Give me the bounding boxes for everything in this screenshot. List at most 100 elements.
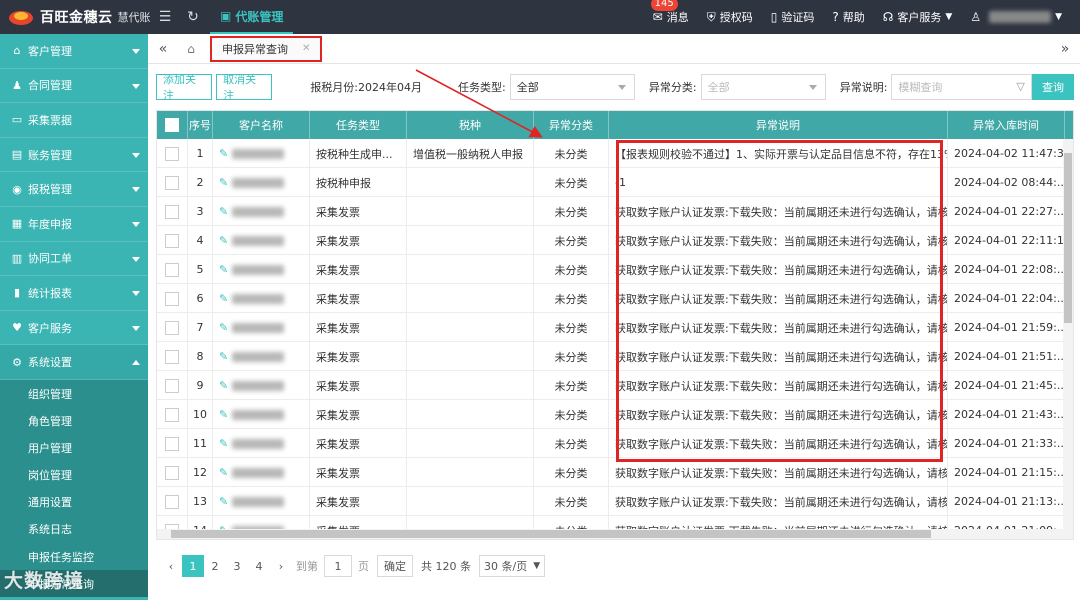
page-button-3[interactable]: 3	[226, 555, 248, 577]
edit-icon[interactable]: ✎	[219, 379, 228, 392]
verify-code-button[interactable]: ▯ 验证码	[771, 9, 815, 25]
cell-customer: ✎	[213, 226, 310, 255]
cell-customer: ✎	[213, 342, 310, 371]
edit-icon[interactable]: ✎	[219, 466, 228, 479]
prev-page-icon[interactable]: ‹	[160, 555, 182, 577]
table-row[interactable]: 6 ✎ 采集发票 未分类 获取数字账户认证发票:下载失败：当前属期还未进行勾选确认，请核…	[157, 284, 1065, 313]
vertical-scrollbar[interactable]	[1063, 139, 1073, 539]
cell-customer: ✎	[213, 371, 310, 400]
message-button[interactable]: 145 ✉ 消息	[650, 0, 689, 25]
help-button[interactable]: ? 帮助	[832, 9, 864, 25]
sidebar-item-2[interactable]: ♟ 合同管理	[0, 69, 148, 104]
edit-icon[interactable]: ✎	[219, 205, 228, 218]
edit-icon[interactable]: ✎	[219, 234, 228, 247]
sidebar-item-1[interactable]: ⌂ 客户管理	[0, 34, 148, 69]
user-menu[interactable]: ♙ ▼	[970, 10, 1062, 24]
query-button[interactable]: 查询	[1031, 74, 1075, 100]
table-row[interactable]: 5 ✎ 采集发票 未分类 获取数字账户认证发票:下载失败：当前属期还未进行勾选确认，请核…	[157, 255, 1065, 284]
sidebar-subitem-1[interactable]: 组织管理	[0, 380, 148, 407]
row-checkbox[interactable]	[157, 371, 188, 400]
auth-code-button[interactable]: ⛨ 授权码	[707, 9, 753, 25]
edit-icon[interactable]: ✎	[219, 408, 228, 421]
brand[interactable]: 百旺金穗云 慧代账	[0, 0, 151, 34]
sidebar-subitem-3[interactable]: 用户管理	[0, 434, 148, 461]
page-button-4[interactable]: 4	[248, 555, 270, 577]
row-checkbox[interactable]	[157, 429, 188, 458]
add-follow-button[interactable]: 添加关注	[156, 73, 213, 102]
desc-search-input[interactable]: 模糊查询 ▽	[891, 74, 1032, 100]
row-checkbox[interactable]	[157, 255, 188, 284]
sidebar-item-3[interactable]: ▭ 采集票据	[0, 103, 148, 138]
next-page-icon[interactable]: ›	[270, 555, 292, 577]
table-row[interactable]: 1 ✎ 按税种生成申... 增值税一般纳税人申报 未分类 【报表规则校验不通过】1、实际开…	[157, 139, 1065, 168]
horizontal-scroll-thumb[interactable]	[171, 530, 931, 538]
edit-icon[interactable]: ✎	[219, 350, 228, 363]
goto-confirm-button[interactable]: 确定	[377, 555, 413, 577]
table-row[interactable]: 2 ✎ 按税种申报 未分类 -1 2024-04-02 08:44:...	[157, 168, 1065, 197]
cell-category: 未分类	[534, 342, 609, 371]
sidebar-item-7[interactable]: ▥ 协同工单	[0, 242, 148, 277]
cell-tax	[407, 284, 534, 313]
sidebar-subitem-6[interactable]: 系统日志	[0, 516, 148, 543]
edit-icon[interactable]: ✎	[219, 437, 228, 450]
row-checkbox[interactable]	[157, 487, 188, 516]
select-all-checkbox[interactable]	[157, 111, 188, 139]
goto-page-input[interactable]: 1	[324, 555, 352, 577]
table-row[interactable]: 3 ✎ 采集发票 未分类 获取数字账户认证发票:下载失败：当前属期还未进行勾选确认，请核…	[157, 197, 1065, 226]
table-row[interactable]: 11 ✎ 采集发票 未分类 获取数字账户认证发票:下载失败：当前属期还未进行勾选确认，请…	[157, 429, 1065, 458]
sidebar-item-10[interactable]: ⚙ 系统设置	[0, 345, 148, 380]
cell-tax	[407, 226, 534, 255]
customer-service-button[interactable]: ☊ 客户服务 ▼	[883, 9, 953, 25]
page-button-2[interactable]: 2	[204, 555, 226, 577]
table-row[interactable]: 10 ✎ 采集发票 未分类 获取数字账户认证发票:下载失败：当前属期还未进行勾选确认，请…	[157, 400, 1065, 429]
table-row[interactable]: 7 ✎ 采集发票 未分类 获取数字账户认证发票:下载失败：当前属期还未进行勾选确认，请核…	[157, 313, 1065, 342]
edit-icon[interactable]: ✎	[219, 321, 228, 334]
tabs-scroll-left-icon[interactable]: «	[148, 41, 178, 57]
task-type-select[interactable]: 全部	[509, 74, 635, 100]
edit-icon[interactable]: ✎	[219, 495, 228, 508]
tab-declaration-exception[interactable]: 申报异常查询 ✕	[210, 35, 323, 62]
page-size-select[interactable]: 30 条/页 ▼	[479, 555, 546, 577]
row-checkbox[interactable]	[157, 342, 188, 371]
table-header: 序号 客户名称 任务类型 税种 异常分类 异常说明 异常入库时间	[157, 111, 1073, 139]
edit-icon[interactable]: ✎	[219, 263, 228, 276]
sidebar-item-8[interactable]: ▮ 统计报表	[0, 276, 148, 311]
edit-icon[interactable]: ✎	[219, 147, 228, 160]
row-checkbox[interactable]	[157, 400, 188, 429]
row-checkbox[interactable]	[157, 226, 188, 255]
sidebar-subitem-2[interactable]: 角色管理	[0, 407, 148, 434]
row-checkbox[interactable]	[157, 313, 188, 342]
edit-icon[interactable]: ✎	[219, 292, 228, 305]
module-tab-bookkeeping[interactable]: ▣ 代账管理	[210, 0, 294, 34]
row-checkbox[interactable]	[157, 458, 188, 487]
table-row[interactable]: 4 ✎ 采集发票 未分类 获取数字账户认证发票:下载失败：当前属期还未进行勾选确认，请核…	[157, 226, 1065, 255]
cell-task-type: 采集发票	[310, 226, 407, 255]
sidebar-item-9[interactable]: ♥ 客户服务	[0, 311, 148, 346]
page-button-1[interactable]: 1	[182, 555, 204, 577]
home-icon[interactable]: ⌂	[178, 42, 204, 56]
sidebar-subitem-5[interactable]: 通用设置	[0, 489, 148, 516]
close-icon[interactable]: ✕	[302, 43, 310, 54]
cell-no: 11	[188, 429, 213, 458]
menu-toggle-icon[interactable]: ☰	[154, 0, 176, 34]
sidebar-item-4[interactable]: ▤ 账务管理	[0, 138, 148, 173]
sidebar-item-5[interactable]: ◉ 报税管理	[0, 172, 148, 207]
row-checkbox[interactable]	[157, 197, 188, 226]
cell-desc: 获取数字账户认证发票:下载失败：当前属期还未进行勾选确认，请核实。	[609, 342, 948, 371]
sidebar-subitem-4[interactable]: 岗位管理	[0, 462, 148, 489]
category-select[interactable]: 全部	[700, 74, 826, 100]
edit-icon[interactable]: ✎	[219, 176, 228, 189]
vertical-scroll-thumb[interactable]	[1064, 153, 1072, 323]
row-checkbox[interactable]	[157, 284, 188, 313]
table-row[interactable]: 13 ✎ 采集发票 未分类 获取数字账户认证发票:下载失败：当前属期还未进行勾选确认，请…	[157, 487, 1065, 516]
table-row[interactable]: 8 ✎ 采集发票 未分类 获取数字账户认证发票:下载失败：当前属期还未进行勾选确认，请核…	[157, 342, 1065, 371]
horizontal-scrollbar[interactable]	[157, 529, 1065, 539]
tabs-scroll-right-icon[interactable]: »	[1050, 41, 1080, 57]
cancel-follow-button[interactable]: 取消关注	[216, 73, 273, 102]
table-row[interactable]: 12 ✎ 采集发票 未分类 获取数字账户认证发票:下载失败：当前属期还未进行勾选确认，请…	[157, 458, 1065, 487]
row-checkbox[interactable]	[157, 168, 188, 197]
refresh-icon[interactable]: ↻	[182, 0, 204, 34]
row-checkbox[interactable]	[157, 139, 188, 168]
table-row[interactable]: 9 ✎ 采集发票 未分类 获取数字账户认证发票:下载失败：当前属期还未进行勾选确认，请核…	[157, 371, 1065, 400]
sidebar-item-6[interactable]: ▦ 年度申报	[0, 207, 148, 242]
